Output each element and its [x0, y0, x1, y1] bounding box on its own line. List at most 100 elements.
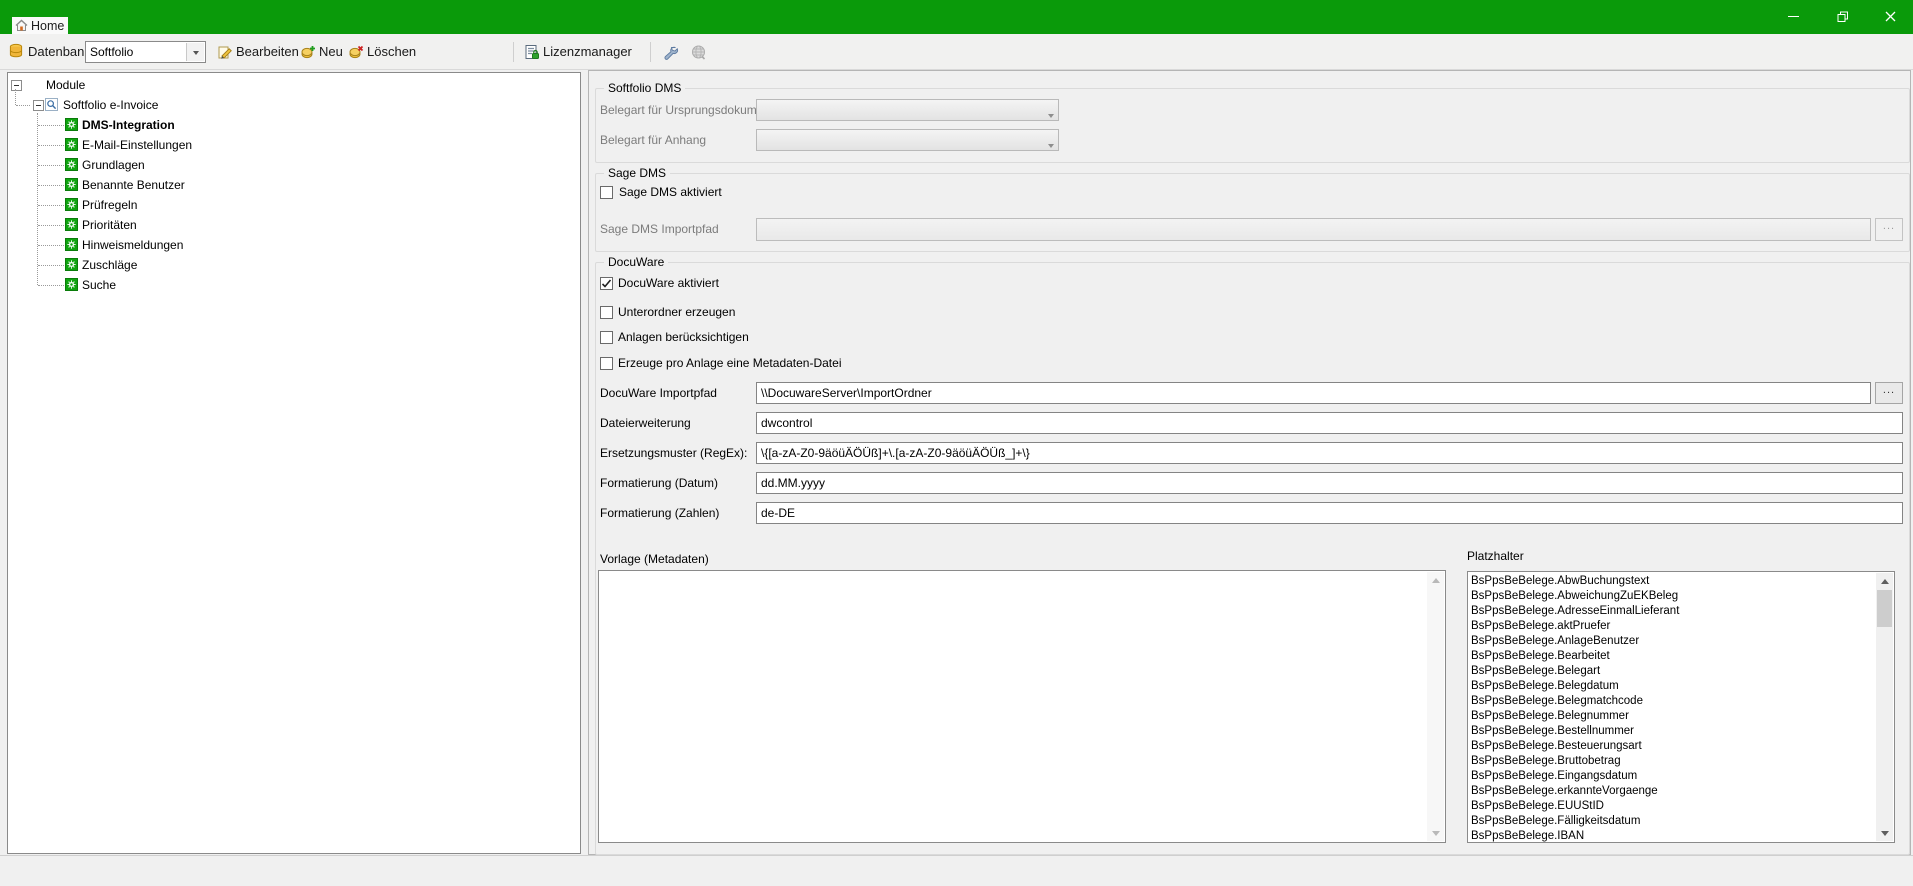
dateierweiterung-label: Dateierweiterung [600, 416, 691, 430]
belegart-anhang-combobox [756, 129, 1059, 151]
platzhalter-item[interactable]: BsPpsBeBelege.Bearbeitet [1471, 649, 1874, 664]
tree-item-suche[interactable]: Suche [82, 278, 116, 292]
tree-item-zuschläge[interactable]: Zuschläge [82, 258, 137, 272]
toolbar-separator [650, 42, 651, 62]
tree-item-benannte-benutzer[interactable]: Benannte Benutzer [82, 178, 185, 192]
vorlage-scrollbar[interactable] [1427, 572, 1444, 841]
unterordner-checkbox[interactable] [600, 306, 613, 319]
neu-button[interactable]: Neu [319, 34, 343, 69]
globe-icon [690, 44, 707, 61]
datenbank-combobox[interactable]: Softfolio [85, 41, 206, 63]
module-tree-panel: Module Softfolio e-Invoice DMS-Integration… [7, 72, 581, 854]
tab-home[interactable]: Home [12, 17, 68, 34]
anlagen-checkbox[interactable] [600, 331, 613, 344]
restore-button[interactable] [1820, 0, 1866, 33]
tree-connector [38, 205, 64, 206]
belegart-ursprung-combobox [756, 99, 1059, 121]
platzhalter-item[interactable]: BsPpsBeBelege.Besteuerungsart [1471, 739, 1874, 754]
tree-connector [38, 125, 64, 126]
tree-item-module[interactable]: Module [46, 78, 85, 92]
gear-icon [65, 118, 78, 131]
anlagen-label: Anlagen berücksichtigen [618, 330, 749, 344]
platzhalter-item[interactable]: BsPpsBeBelege.AnlageBenutzer [1471, 634, 1874, 649]
bearbeiten-button[interactable]: Bearbeiten [236, 34, 299, 69]
ersetzungsmuster-input[interactable] [756, 442, 1903, 464]
vorlage-label: Vorlage (Metadaten) [600, 552, 709, 566]
formatierung-datum-input[interactable] [756, 472, 1903, 494]
tree-expander-icon[interactable] [33, 100, 44, 111]
platzhalter-item[interactable]: BsPpsBeBelege.Belegart [1471, 664, 1874, 679]
platzhalter-item[interactable]: BsPpsBeBelege.AbwBuchungstext [1471, 574, 1874, 589]
restore-icon [1837, 11, 1849, 23]
docuware-importpfad-label: DocuWare Importpfad [600, 386, 717, 400]
platzhalter-item[interactable]: BsPpsBeBelege.Belegmatchcode [1471, 694, 1874, 709]
tree-connector [38, 285, 64, 286]
gear-icon [65, 158, 78, 171]
tree-item-e-mail-einstellungen[interactable]: E-Mail-Einstellungen [82, 138, 192, 152]
platzhalter-item[interactable]: BsPpsBeBelege.EUUStID [1471, 799, 1874, 814]
tree-item-prioritäten[interactable]: Prioritäten [82, 218, 137, 232]
scroll-down-icon[interactable] [1876, 825, 1893, 841]
formatierung-zahlen-input[interactable] [756, 502, 1903, 524]
platzhalter-item[interactable]: BsPpsBeBelege.Eingangsdatum [1471, 769, 1874, 784]
wrench-button[interactable] [658, 41, 682, 63]
globe-button [686, 41, 710, 63]
datenbank-combobox-value: Softfolio [90, 45, 133, 59]
docuware-importpfad-input[interactable] [756, 382, 1871, 404]
platzhalter-item[interactable]: BsPpsBeBelege.AdresseEinmalLieferant [1471, 604, 1874, 619]
sage-importpfad-field [756, 218, 1871, 241]
metadaten-datei-checkbox[interactable] [600, 357, 613, 370]
loeschen-button[interactable]: Löschen [367, 34, 416, 69]
tree-connector [38, 165, 64, 166]
license-manager-icon [524, 44, 540, 60]
tree-connector [15, 89, 16, 105]
group-sage-dms-title: Sage DMS [604, 166, 670, 180]
gear-icon [65, 238, 78, 251]
platzhalter-item[interactable]: BsPpsBeBelege.IBAN [1471, 829, 1874, 843]
platzhalter-item[interactable]: BsPpsBeBelege.Belegnummer [1471, 709, 1874, 724]
lizenzmanager-button[interactable]: Lizenzmanager [543, 34, 632, 69]
dateierweiterung-input[interactable] [756, 412, 1903, 434]
toolbar: Datenbank Softfolio Bearbeiten Neu Lösch… [0, 34, 1913, 70]
database-icon [8, 43, 24, 59]
vorlage-textarea[interactable] [598, 570, 1446, 843]
new-icon [300, 44, 316, 60]
formatierung-datum-label: Formatierung (Datum) [600, 476, 718, 490]
platzhalter-item[interactable]: BsPpsBeBelege.AbweichungZuEKBeleg [1471, 589, 1874, 604]
tree-item-grundlagen[interactable]: Grundlagen [82, 158, 145, 172]
minimize-button[interactable] [1770, 0, 1816, 33]
combobox-dropdown-icon[interactable] [186, 43, 204, 61]
tree-connector [38, 265, 64, 266]
platzhalter-item[interactable]: BsPpsBeBelege.aktPruefer [1471, 619, 1874, 634]
sage-importpfad-label: Sage DMS Importpfad [600, 222, 719, 236]
gear-icon [65, 278, 78, 291]
platzhalter-scrollbar[interactable] [1876, 573, 1893, 841]
delete-icon [348, 44, 364, 60]
tree-item-dms-integration[interactable]: DMS-Integration [82, 118, 175, 132]
docuware-aktiviert-checkbox[interactable] [600, 277, 613, 290]
platzhalter-item[interactable]: BsPpsBeBelege.erkannteVorgaenge [1471, 784, 1874, 799]
tree-item-prüfregeln[interactable]: Prüfregeln [82, 198, 137, 212]
belegart-ursprung-label: Belegart für Ursprungsdokument [600, 103, 773, 117]
tree-item-hinweismeldungen[interactable]: Hinweismeldungen [82, 238, 183, 252]
close-button[interactable] [1867, 0, 1913, 33]
scrollbar-thumb[interactable] [1877, 590, 1892, 627]
docuware-importpfad-browse-button[interactable]: ... [1875, 382, 1903, 404]
sage-dms-aktiviert-checkbox[interactable] [600, 186, 613, 199]
ersetzungsmuster-label: Ersetzungsmuster (RegEx): [600, 446, 747, 460]
tree-expander-icon[interactable] [11, 80, 22, 91]
edit-icon [217, 44, 233, 60]
scroll-down-icon[interactable] [1427, 825, 1444, 841]
platzhalter-item[interactable]: BsPpsBeBelege.Belegdatum [1471, 679, 1874, 694]
metadaten-datei-label: Erzeuge pro Anlage eine Metadaten-Datei [618, 356, 841, 370]
tree-item-softfolio-e-invoice[interactable]: Softfolio e-Invoice [63, 98, 158, 112]
platzhalter-item[interactable]: BsPpsBeBelege.Bestellnummer [1471, 724, 1874, 739]
scroll-up-icon[interactable] [1427, 572, 1444, 588]
wrench-icon [662, 44, 679, 61]
belegart-anhang-label: Belegart für Anhang [600, 133, 706, 147]
scroll-up-icon[interactable] [1876, 573, 1893, 589]
tree-connector [37, 113, 38, 285]
platzhalter-item[interactable]: BsPpsBeBelege.Bruttobetrag [1471, 754, 1874, 769]
platzhalter-item[interactable]: BsPpsBeBelege.Fälligkeitsdatum [1471, 814, 1874, 829]
platzhalter-listbox[interactable]: BsPpsBeBelege.AbwBuchungstextBsPpsBeBele… [1467, 571, 1895, 843]
